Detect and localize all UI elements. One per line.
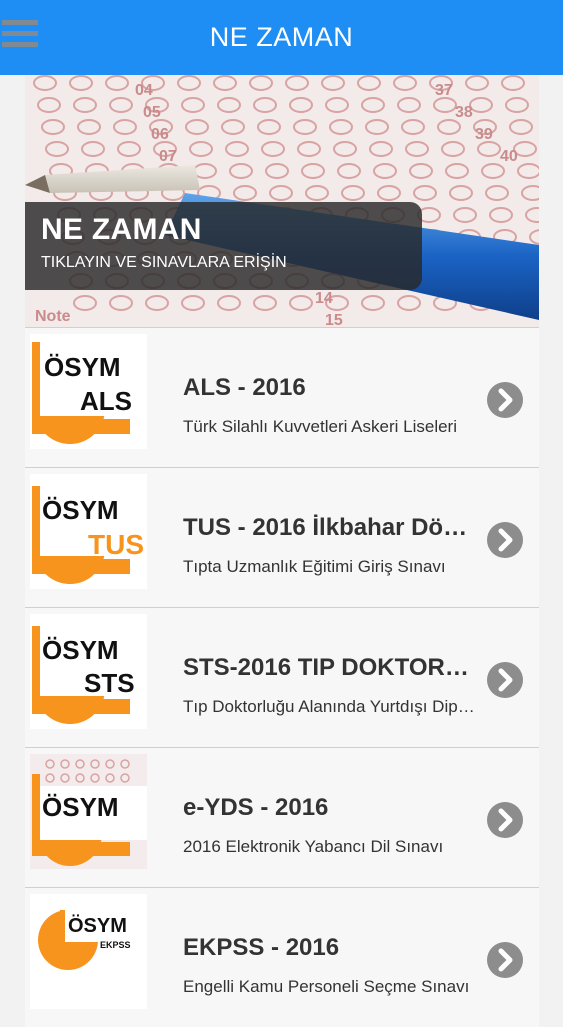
chevron-right-icon[interactable] xyxy=(487,662,523,698)
chevron-right-icon[interactable] xyxy=(487,942,523,978)
svg-text:40: 40 xyxy=(500,148,518,165)
svg-text:39: 39 xyxy=(475,126,493,143)
logo-text: ÖSYM xyxy=(42,635,119,665)
item-subtitle: Tıp Doktorluğu Alanında Yurtdışı Diploma xyxy=(183,697,475,716)
logo-text: ÖSYM xyxy=(44,352,121,382)
item-title: ALS - 2016 xyxy=(183,374,306,401)
item-subtitle: Türk Silahlı Kuvvetleri Askeri Liseleri xyxy=(183,417,457,436)
svg-text:Note: Note xyxy=(35,308,71,325)
svg-text:15: 15 xyxy=(325,312,343,327)
hero-title: NE ZAMAN xyxy=(41,213,202,246)
list-item-ekpss[interactable]: ÖSYM EKPSS EKPSS - 2016 Engelli Kamu Per… xyxy=(25,887,539,1027)
svg-text:04: 04 xyxy=(135,82,153,99)
osym-als-logo: ÖSYM ALS xyxy=(30,334,147,449)
osym-sts-logo: ÖSYM STS xyxy=(30,614,147,729)
list-item-tus[interactable]: ÖSYM TUS TUS - 2016 İlkbahar Dönemi Tıpt… xyxy=(25,467,539,607)
logo-text: ÖSYM xyxy=(42,792,119,822)
osym-ekpss-logo: ÖSYM EKPSS xyxy=(30,894,147,1009)
logo-sub: EKPSS xyxy=(100,940,131,950)
svg-text:14: 14 xyxy=(315,290,333,307)
logo-sub: TUS xyxy=(88,529,144,560)
svg-text:06: 06 xyxy=(151,126,169,143)
chevron-right-icon[interactable] xyxy=(487,522,523,558)
logo-sub: STS xyxy=(84,668,135,698)
osym-eyds-logo: ÖSYM xyxy=(30,754,147,869)
list-item-sts[interactable]: ÖSYM STS STS-2016 TIP DOKTORLUĞU Tıp Dok… xyxy=(25,607,539,747)
osym-tus-logo: ÖSYM TUS xyxy=(30,474,147,589)
item-subtitle: Engelli Kamu Personeli Seçme Sınavı xyxy=(183,977,470,996)
app-title: NE ZAMAN xyxy=(209,22,354,52)
item-title: e-YDS - 2016 xyxy=(183,794,329,821)
logo-sub: ALS xyxy=(80,386,132,416)
main-content: 04 05 06 07 08 37 38 39 40 14 15 Note NE… xyxy=(25,75,539,1027)
svg-text:05: 05 xyxy=(143,104,161,121)
svg-text:38: 38 xyxy=(455,104,473,121)
svg-text:07: 07 xyxy=(159,148,177,165)
hero-caption: NE ZAMAN TIKLAYIN VE SINAVLARA ERİŞİN xyxy=(25,202,422,290)
hero-subtitle: TIKLAYIN VE SINAVLARA ERİŞİN xyxy=(41,254,287,271)
item-title: EKPSS - 2016 xyxy=(183,934,340,961)
list-item-als[interactable]: ÖSYM ALS ALS - 2016 Türk Silahlı Kuvvetl… xyxy=(25,327,539,467)
chevron-right-icon[interactable] xyxy=(487,382,523,418)
item-title: STS-2016 TIP DOKTORLUĞU xyxy=(183,654,475,681)
top-app-bar: NE ZAMAN xyxy=(0,0,563,75)
exam-list: ÖSYM ALS ALS - 2016 Türk Silahlı Kuvvetl… xyxy=(25,327,539,1027)
chevron-right-icon[interactable] xyxy=(487,802,523,838)
svg-text:37: 37 xyxy=(435,82,453,99)
logo-text: ÖSYM xyxy=(68,914,127,937)
item-subtitle: Tıpta Uzmanlık Eğitimi Giriş Sınavı xyxy=(183,557,446,576)
logo-text: ÖSYM xyxy=(42,495,119,525)
item-subtitle: 2016 Elektronik Yabancı Dil Sınavı xyxy=(183,837,444,856)
hero-banner[interactable]: 04 05 06 07 08 37 38 39 40 14 15 Note NE… xyxy=(25,75,539,327)
list-item-eyds[interactable]: ÖSYM e-YDS - 2016 2016 Elektronik Yabanc… xyxy=(25,747,539,887)
item-title: TUS - 2016 İlkbahar Dönemi xyxy=(183,514,475,541)
